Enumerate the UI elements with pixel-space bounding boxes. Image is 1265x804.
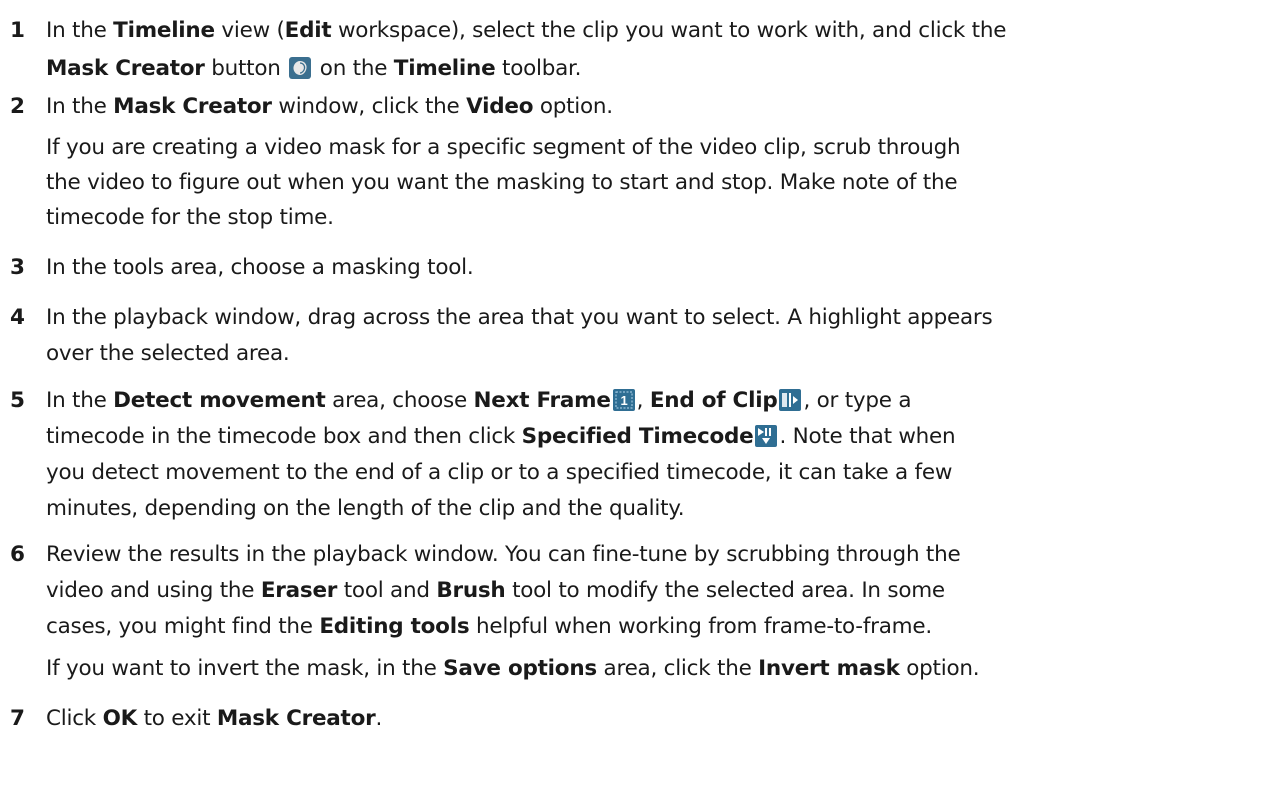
text-run: on the xyxy=(313,56,394,81)
step-line: cases, you might find the Editing tools … xyxy=(46,608,1255,644)
ui-term-end-of-clip: End of Clip xyxy=(649,388,778,413)
step-3: 3 In the tools area, choose a masking to… xyxy=(10,249,1255,287)
text-run: option. xyxy=(899,656,980,681)
text-run: If you want to invert the mask, in the xyxy=(46,656,444,681)
next-frame-icon: 1 xyxy=(612,389,635,411)
ui-term-invert-mask: Invert mask xyxy=(758,656,900,681)
ui-term-ok: OK xyxy=(102,706,138,731)
step-2: 2 In the Mask Creator window, click the … xyxy=(10,88,1255,126)
ui-term-brush: Brush xyxy=(436,578,506,603)
text-run: In the xyxy=(46,388,114,413)
ui-term-eraser: Eraser xyxy=(260,578,338,603)
ui-term-mask-creator: Mask Creator xyxy=(46,56,205,81)
text-run: Click xyxy=(46,706,103,731)
text-run: helpful when working from frame-to-frame… xyxy=(469,614,932,639)
step-line: In the playback window, drag across the … xyxy=(46,305,993,330)
text-run: area, click the xyxy=(596,656,759,681)
ui-term-mask-creator: Mask Creator xyxy=(216,706,376,731)
step-1: 1 In the Timeline view (Edit workspace),… xyxy=(10,12,1255,88)
step-7: 7 Click OK to exit Mask Creator. xyxy=(10,700,1255,738)
ui-term-timeline: Timeline xyxy=(113,18,215,43)
text-run: cases, you might find the xyxy=(46,614,320,639)
step-line: In the Timeline view (Edit workspace), s… xyxy=(46,12,1255,50)
text-run: , xyxy=(636,388,650,413)
step-6: 6 Review the results in the playback win… xyxy=(10,536,1255,644)
step-number: 2 xyxy=(10,94,25,119)
step-line: you detect movement to the end of a clip… xyxy=(46,460,953,485)
step-4: 4 In the playback window, drag across th… xyxy=(10,299,1255,371)
ui-term-next-frame: Next Frame xyxy=(473,388,611,413)
step-number: 6 xyxy=(10,542,25,567)
ui-term-edit: Edit xyxy=(284,18,332,43)
text-run: tool and xyxy=(337,578,437,603)
ui-term-timeline: Timeline xyxy=(393,56,496,81)
text-run: . Note that when xyxy=(779,424,956,449)
step-number: 7 xyxy=(10,706,25,731)
text-run: In the xyxy=(46,94,114,119)
svg-text:1: 1 xyxy=(620,393,627,408)
ui-term-detect-movement: Detect movement xyxy=(113,388,326,413)
text-run: tool to modify the selected area. In som… xyxy=(505,578,945,603)
text-run: area, choose xyxy=(325,388,474,413)
text-run: view ( xyxy=(214,18,285,43)
note-line: the video to figure out when you want th… xyxy=(46,170,958,195)
text-run: workspace), select the clip you want to … xyxy=(331,18,1007,43)
step-number: 3 xyxy=(10,255,25,280)
step-6-note: If you want to invert the mask, in the S… xyxy=(46,651,1256,686)
step-line: In the Detect movement area, choose Next… xyxy=(46,382,1255,418)
text-run: , or type a xyxy=(803,388,912,413)
note-line: If you are creating a video mask for a s… xyxy=(46,135,961,160)
ui-term-specified-timecode: Specified Timecode xyxy=(521,424,754,449)
step-line: over the selected area. xyxy=(46,341,290,366)
note-line: timecode for the stop time. xyxy=(46,205,334,230)
step-line: Mask Creator button on the Timeline tool… xyxy=(46,50,1255,88)
text-run: timecode in the timecode box and then cl… xyxy=(46,424,522,449)
step-number: 5 xyxy=(10,388,25,413)
text-run: button xyxy=(204,56,288,81)
step-line: Review the results in the playback windo… xyxy=(46,542,961,567)
text-run: option. xyxy=(533,94,613,119)
text-run: video and using the xyxy=(46,578,261,603)
text-run: to exit xyxy=(137,706,217,731)
step-number: 4 xyxy=(10,305,25,330)
step-line: minutes, depending on the length of the … xyxy=(46,496,685,521)
ui-term-mask-creator: Mask Creator xyxy=(113,94,272,119)
step-line: In the tools area, choose a masking tool… xyxy=(46,255,474,280)
specified-timecode-icon xyxy=(755,425,778,447)
step-line: timecode in the timecode box and then cl… xyxy=(46,418,1255,454)
text-run: . xyxy=(375,706,383,731)
step-line: Click OK to exit Mask Creator. xyxy=(46,700,1255,738)
ui-term-save-options: Save options xyxy=(443,656,597,681)
note-line: If you want to invert the mask, in the S… xyxy=(46,651,1256,686)
text-run: window, click the xyxy=(271,94,467,119)
instructions-document: 1 In the Timeline view (Edit workspace),… xyxy=(0,0,1265,804)
text-run: In the xyxy=(46,18,114,43)
step-number: 1 xyxy=(10,18,25,43)
mask-creator-icon xyxy=(289,57,312,79)
ui-term-video: Video xyxy=(466,94,534,119)
ui-term-editing-tools: Editing tools xyxy=(319,614,470,639)
step-2-note: If you are creating a video mask for a s… xyxy=(46,130,1256,235)
text-run: toolbar. xyxy=(495,56,582,81)
end-of-clip-icon xyxy=(779,389,802,411)
step-5: 5 In the Detect movement area, choose Ne… xyxy=(10,382,1255,526)
step-line: In the Mask Creator window, click the Vi… xyxy=(46,88,1255,126)
step-line: video and using the Eraser tool and Brus… xyxy=(46,572,1255,608)
